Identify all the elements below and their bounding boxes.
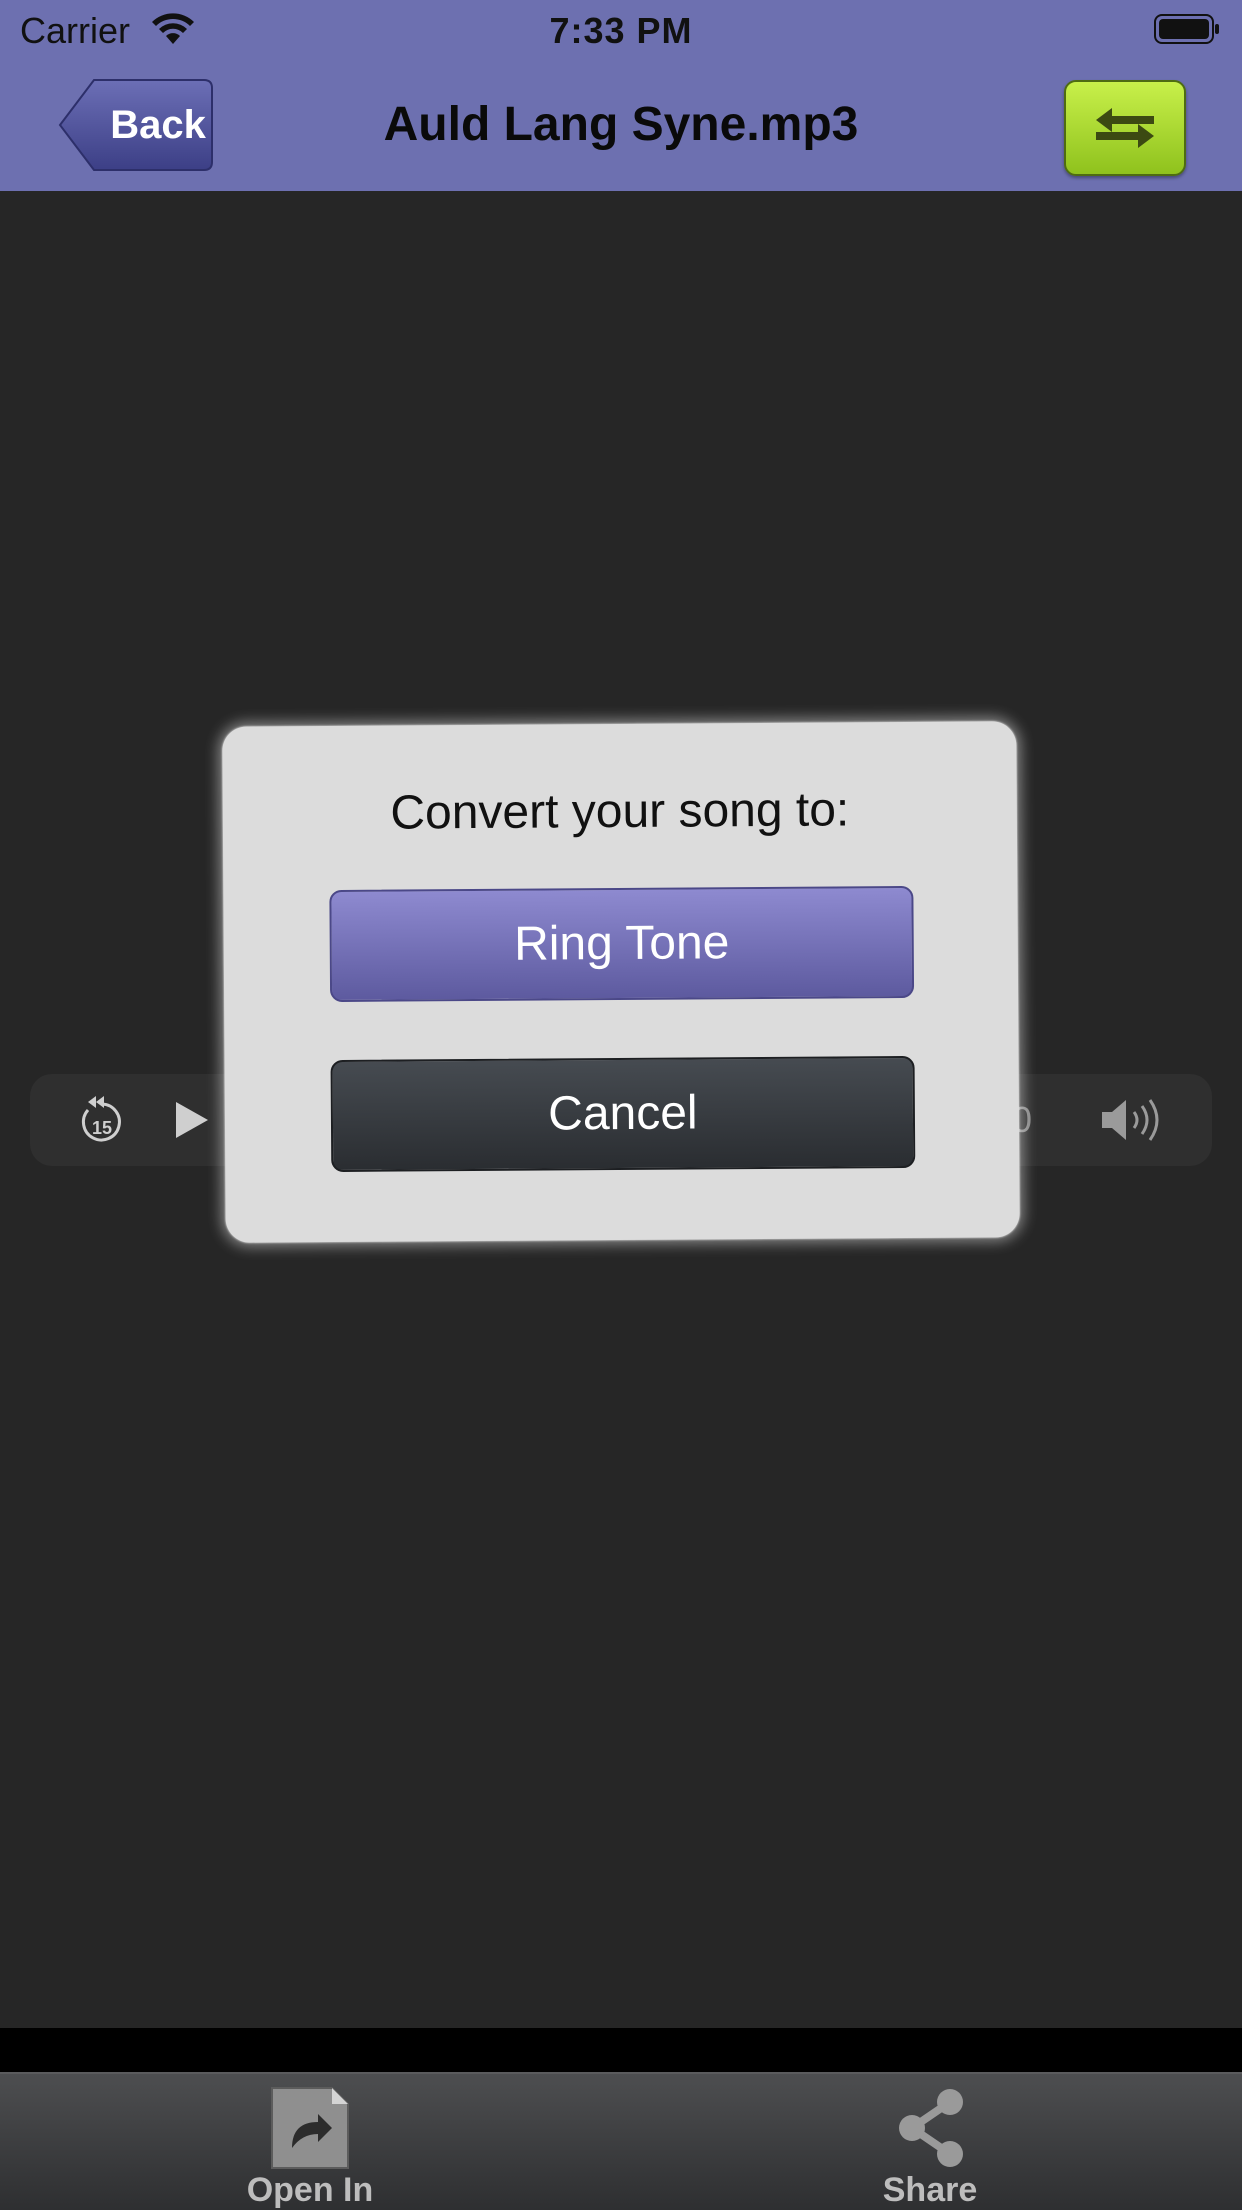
share-label: Share <box>882 2171 978 2209</box>
status-time: 7:33 PM <box>549 10 693 51</box>
dialog-title: Convert your song to: <box>390 783 850 840</box>
page-title: Auld Lang Syne.mp3 <box>383 98 859 151</box>
share-button[interactable]: Share <box>850 2074 1010 2210</box>
back-button-label: Back <box>110 103 206 147</box>
navigation-bar: Carrier 7:33 PM Back Auld Lang Syne.mp3 <box>0 0 1242 191</box>
open-in-button[interactable]: Open In <box>230 2074 390 2210</box>
volume-icon[interactable] <box>1096 1090 1166 1150</box>
rewind-15-icon[interactable]: 15 <box>74 1090 130 1150</box>
swap-arrows-icon <box>1096 108 1154 148</box>
convert-dialog: Convert your song to: Ring Tone Cancel <box>222 721 1020 1243</box>
cancel-button[interactable]: Cancel <box>330 1055 916 1173</box>
rewind-label: 15 <box>92 1118 112 1138</box>
play-icon[interactable] <box>164 1090 214 1150</box>
battery-icon <box>1154 14 1219 44</box>
ring-tone-button[interactable]: Ring Tone <box>329 885 915 1003</box>
open-in-label: Open In <box>246 2171 374 2209</box>
convert-swap-button[interactable] <box>1064 80 1186 176</box>
open-in-icon <box>271 2087 349 2169</box>
toolbar-divider <box>0 2028 1242 2072</box>
share-icon <box>899 2089 963 2167</box>
back-button[interactable]: Back <box>58 78 214 172</box>
bottom-toolbar: Open In Share <box>0 2072 1242 2210</box>
